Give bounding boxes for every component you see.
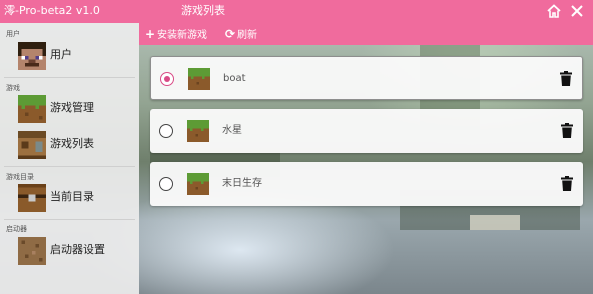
game-radio[interactable] bbox=[159, 124, 173, 138]
divider bbox=[4, 77, 135, 78]
sidebar-item-user[interactable]: 用户 bbox=[0, 39, 139, 73]
trash-icon[interactable] bbox=[560, 71, 572, 86]
sidebar-item-label: 当前目录 bbox=[50, 190, 94, 203]
install-game-button[interactable]: + 安装新游戏 bbox=[145, 26, 207, 42]
section-label-game-dir: 游戏目录 bbox=[6, 173, 34, 181]
sidebar-item-label: 游戏列表 bbox=[50, 137, 94, 150]
launcher-window: 澪-Pro-beta2 v1.0 游戏列表 用户 用户 游戏 游戏管理 游戏列表… bbox=[0, 0, 593, 294]
sidebar-item-game-manage[interactable]: 游戏管理 bbox=[0, 92, 139, 126]
grass-block-icon bbox=[187, 120, 209, 142]
grass-block-icon bbox=[18, 95, 46, 123]
chest-icon bbox=[18, 184, 46, 212]
divider bbox=[4, 166, 135, 167]
trash-icon[interactable] bbox=[561, 123, 573, 138]
grass-block-icon bbox=[187, 173, 209, 195]
game-radio-selected[interactable] bbox=[160, 72, 174, 86]
sidebar: 用户 用户 游戏 游戏管理 游戏列表 游戏目录 当前目录 启动器 启动器设置 bbox=[0, 23, 139, 294]
plus-icon: + bbox=[145, 27, 156, 41]
refresh-button[interactable]: ⟳ 刷新 bbox=[225, 26, 257, 42]
divider bbox=[4, 219, 135, 220]
sidebar-item-current-dir[interactable]: 当前目录 bbox=[0, 181, 139, 215]
home-icon[interactable] bbox=[546, 3, 562, 19]
install-game-label: 安装新游戏 bbox=[157, 30, 207, 41]
trash-icon[interactable] bbox=[561, 176, 573, 191]
refresh-icon: ⟳ bbox=[225, 27, 236, 41]
game-list-item[interactable]: boat bbox=[150, 56, 583, 100]
window-title: 游戏列表 bbox=[181, 4, 225, 17]
crafting-table-icon bbox=[18, 131, 46, 159]
toolbar: + 安装新游戏 ⟳ 刷新 bbox=[139, 23, 593, 45]
sidebar-item-launcher-settings[interactable]: 启动器设置 bbox=[0, 234, 139, 268]
sidebar-item-label: 用户 bbox=[50, 48, 72, 61]
refresh-label: 刷新 bbox=[237, 30, 257, 41]
section-label-game: 游戏 bbox=[6, 84, 20, 92]
sidebar-item-label: 游戏管理 bbox=[50, 101, 94, 114]
app-title: 澪-Pro-beta2 v1.0 bbox=[4, 4, 100, 17]
grass-block-icon bbox=[188, 68, 210, 90]
steve-avatar-icon bbox=[18, 42, 46, 70]
game-list-item[interactable]: 水星 bbox=[150, 109, 583, 153]
game-name: 水星 bbox=[222, 125, 242, 136]
game-name: boat bbox=[223, 73, 246, 84]
game-radio[interactable] bbox=[159, 177, 173, 191]
close-icon[interactable] bbox=[569, 3, 585, 19]
sidebar-item-game-list[interactable]: 游戏列表 bbox=[0, 128, 139, 162]
game-name: 末日生存 bbox=[222, 178, 262, 189]
game-list-item[interactable]: 末日生存 bbox=[150, 162, 583, 206]
section-label-launcher: 启动器 bbox=[6, 225, 27, 233]
section-label-user: 用户 bbox=[6, 30, 20, 38]
title-bar: 澪-Pro-beta2 v1.0 游戏列表 bbox=[0, 0, 593, 23]
dirt-block-icon bbox=[18, 237, 46, 265]
sidebar-item-label: 启动器设置 bbox=[50, 243, 105, 256]
